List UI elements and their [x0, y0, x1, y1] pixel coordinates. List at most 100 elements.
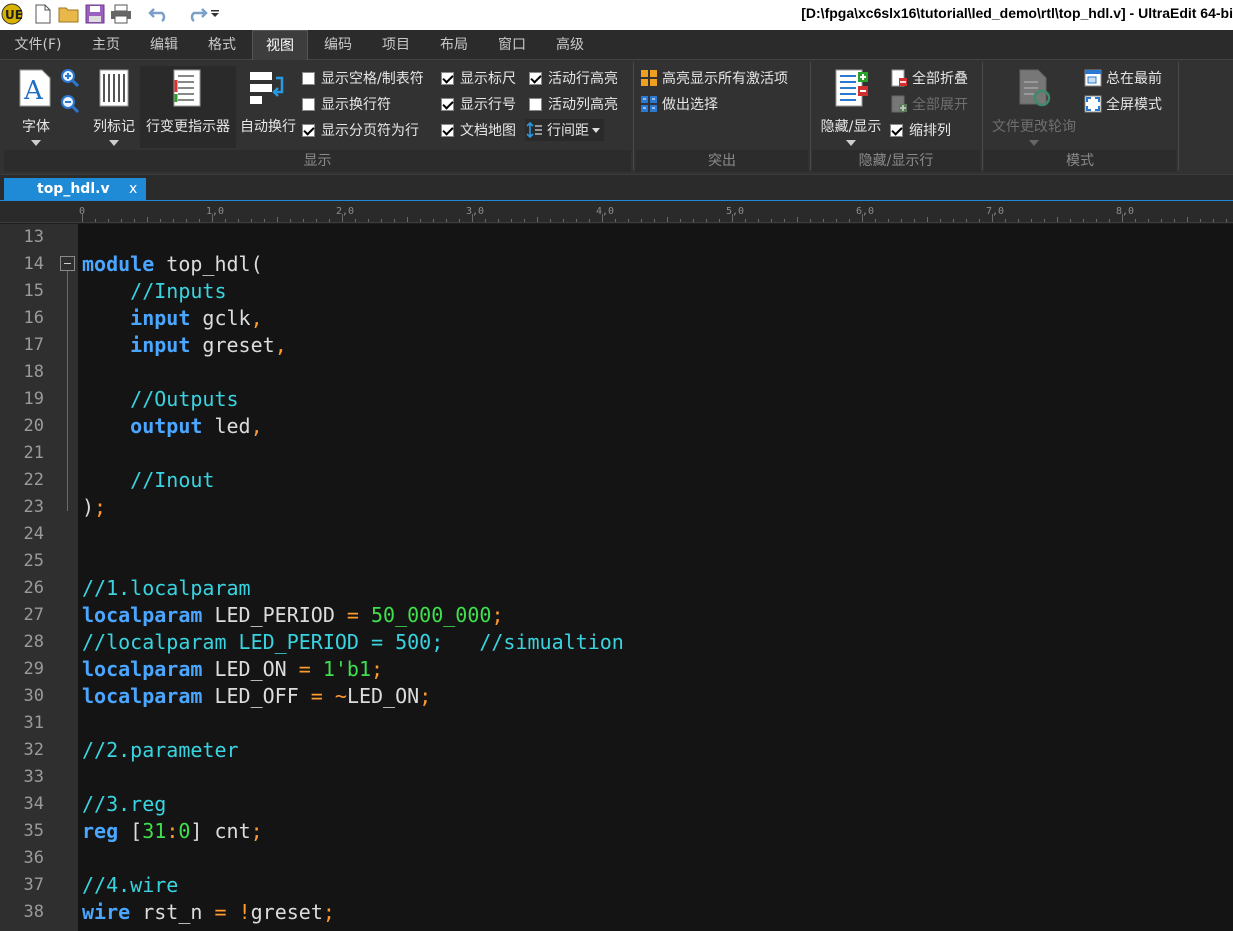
hide-show-button[interactable]: 隐藏/显示	[814, 66, 888, 148]
show-ruler-checkbox[interactable]: 显示标尺	[441, 67, 516, 89]
code-token: localparam	[82, 657, 203, 681]
ruler-label: 8,0	[1116, 206, 1135, 217]
tab-file[interactable]: 文件(F)	[0, 30, 76, 60]
show-line-breaks-checkbox[interactable]: 显示换行符	[302, 93, 391, 115]
code-token: output	[130, 414, 203, 438]
code-token: 31	[142, 819, 167, 843]
ruler-tick	[290, 219, 291, 222]
ruler-tick	[238, 219, 239, 222]
line-number: 37	[23, 875, 44, 895]
code-line: );	[82, 494, 106, 521]
code-line: //Outputs	[82, 386, 238, 413]
ruler-label: 2,0	[336, 206, 355, 217]
ruler-tick	[836, 219, 837, 222]
line-number: 27	[23, 605, 44, 625]
tab-home[interactable]: 主页	[78, 30, 134, 60]
print-icon[interactable]	[110, 3, 132, 25]
line-number: 13	[23, 227, 44, 247]
line-number: 28	[23, 632, 44, 652]
column-marker-button[interactable]: 列标记	[86, 66, 142, 148]
close-tab-icon[interactable]: x	[129, 178, 137, 201]
code-token: LED_ON	[346, 684, 420, 708]
highlight-all-active-button[interactable]: 高亮显示所有激活项	[640, 67, 788, 89]
show-spaces-tabs-checkbox[interactable]: 显示空格/制表符	[302, 67, 424, 89]
redo-icon[interactable]	[186, 3, 208, 25]
tab-encoding[interactable]: 编码	[310, 30, 366, 60]
indent-columns-checkbox[interactable]: 缩排列	[890, 119, 951, 141]
fold-toggle-icon[interactable]	[60, 256, 75, 271]
font-dropdown-arrow	[31, 140, 41, 146]
active-column-highlight-checkbox[interactable]: 活动列高亮	[529, 93, 618, 115]
indent-columns-box	[890, 123, 903, 137]
line-number: 15	[23, 281, 44, 301]
ruler-tick	[1018, 219, 1019, 222]
ruler-tick	[368, 219, 369, 222]
zoom-out-icon[interactable]	[60, 94, 82, 116]
ruler[interactable]: 0 1,0 2,0 3,0 4,0 5,0 6,0 7,0 8,0	[78, 201, 1233, 223]
show-line-breaks-box	[302, 97, 315, 111]
ruler-tick	[953, 219, 954, 222]
code-line: output led,	[82, 413, 262, 440]
line-spacing-icon	[526, 121, 542, 139]
line-change-indicator-button[interactable]: 行变更指示器	[140, 66, 236, 148]
ruler-tick	[511, 219, 512, 222]
ruler-tick	[329, 219, 330, 222]
tab-window[interactable]: 窗口	[484, 30, 540, 60]
ruler-tick	[1109, 219, 1110, 222]
font-button[interactable]: A 字体	[8, 66, 64, 148]
undo-icon[interactable]	[148, 3, 170, 25]
always-on-top-button[interactable]: 总在最前	[1084, 67, 1162, 89]
ruler-label: 3,0	[466, 206, 485, 217]
collapse-all-button[interactable]: 全部折叠	[890, 67, 968, 89]
ruler-tick	[680, 219, 681, 222]
expand-all-button[interactable]: 全部展开	[890, 93, 968, 115]
line-spacing-button[interactable]: 行间距	[525, 119, 604, 141]
ruler-tick	[498, 219, 499, 222]
code-token: //1.localparam	[82, 576, 251, 600]
make-selection-button[interactable]: 做出选择	[640, 93, 718, 115]
new-file-icon[interactable]	[32, 3, 54, 25]
ruler-label: 4,0	[596, 206, 615, 217]
code-token: ;	[419, 684, 432, 708]
tab-view[interactable]: 视图	[252, 30, 308, 60]
open-folder-icon[interactable]	[58, 3, 80, 25]
active-line-highlight-checkbox[interactable]: 活动行高亮	[529, 67, 618, 89]
quick-access-dropdown-icon[interactable]	[208, 3, 222, 25]
line-number: 24	[23, 524, 44, 544]
file-change-poll-button[interactable]: 文件更改轮询	[986, 66, 1082, 148]
tab-format[interactable]: 格式	[194, 30, 250, 60]
show-spaces-tabs-box	[302, 71, 315, 85]
tab-edit[interactable]: 编辑	[136, 30, 192, 60]
save-icon[interactable]	[84, 3, 106, 25]
ruler-tick	[615, 219, 616, 222]
ruler-tick	[654, 219, 655, 222]
code-token: reg	[82, 819, 119, 843]
code-editor[interactable]: module top_hdl( //Inputs input gclk, inp…	[78, 224, 1233, 931]
tab-project[interactable]: 项目	[368, 30, 424, 60]
code-line: //localparam LED_PERIOD = 500; //simualt…	[82, 629, 624, 656]
app-logo-icon[interactable]: UE	[1, 3, 23, 25]
show-page-breaks-checkbox[interactable]: 显示分页符为行	[302, 119, 419, 141]
code-token: ] cnt	[190, 819, 251, 843]
code-line: //1.localparam	[82, 575, 251, 602]
tab-layout[interactable]: 布局	[426, 30, 482, 60]
line-number: 23	[23, 497, 44, 517]
line-number: 14	[23, 254, 44, 274]
tab-advanced[interactable]: 高级	[542, 30, 598, 60]
zoom-in-icon[interactable]	[60, 68, 82, 90]
fullscreen-mode-button[interactable]: 全屏模式	[1084, 93, 1162, 115]
show-line-numbers-checkbox[interactable]: 显示行号	[441, 93, 516, 115]
highlight-group: 高亮显示所有激活项 做出选择 突出	[636, 62, 808, 172]
ruler-tick	[251, 219, 252, 222]
show-ruler-box	[441, 71, 454, 85]
ruler-tick	[121, 219, 122, 222]
document-map-checkbox[interactable]: 文档地图	[441, 119, 516, 141]
document-tab[interactable]: top_hdl.v x	[4, 178, 146, 201]
document-tab-strip: top_hdl.v x	[0, 174, 1233, 202]
word-wrap-button[interactable]: 自动换行	[236, 66, 300, 148]
ruler-tick	[186, 219, 187, 222]
ruler-tick	[407, 217, 408, 222]
